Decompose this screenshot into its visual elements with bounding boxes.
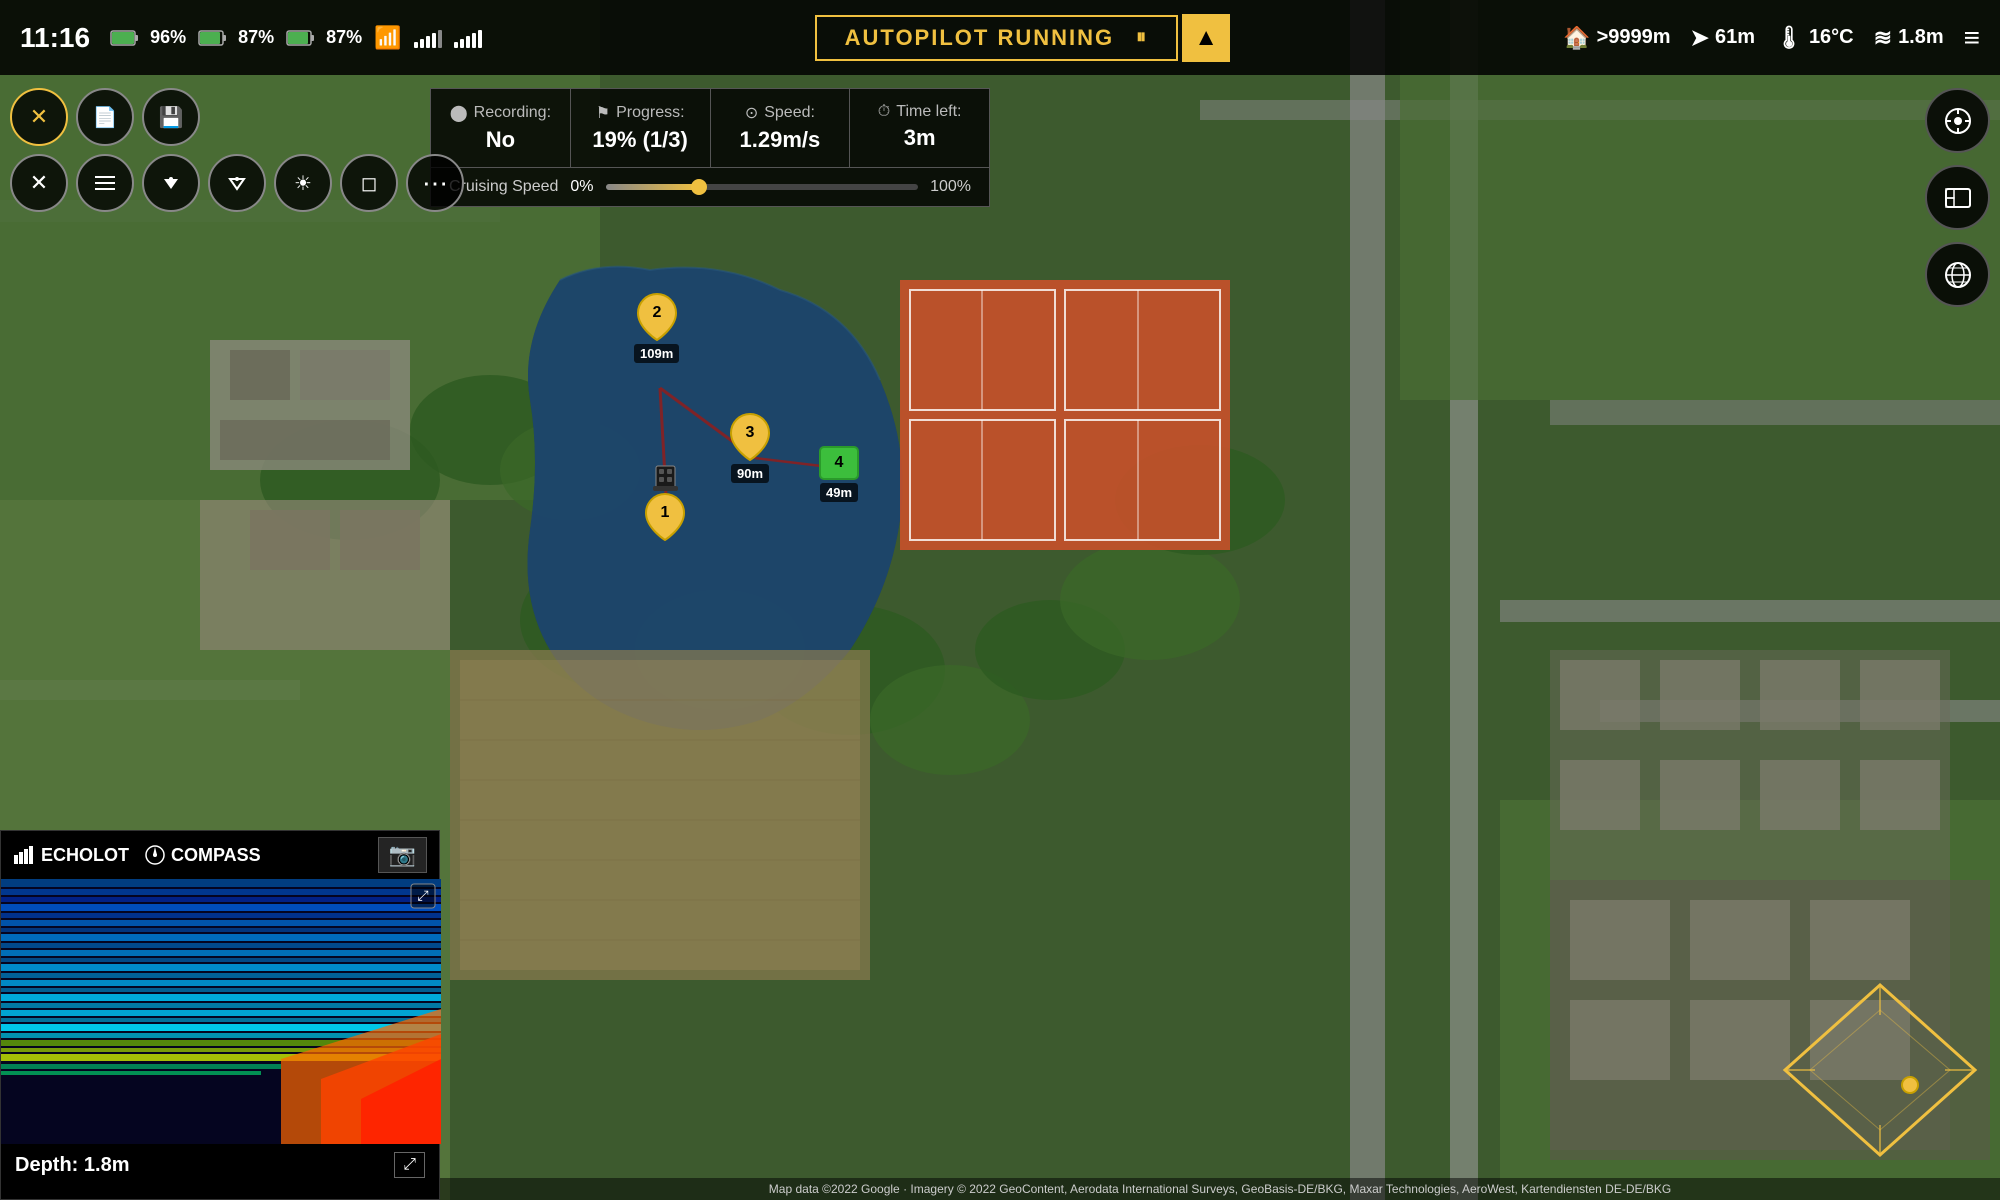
save-button[interactable]: 💾: [142, 88, 200, 146]
nav1-button[interactable]: [142, 154, 200, 212]
nav-icon: ➤: [1691, 25, 1709, 51]
autopilot-label: AUTOPILOT RUNNING: [845, 25, 1114, 51]
location-button[interactable]: [1925, 88, 1990, 153]
time-display: 11:16: [20, 22, 90, 54]
speed-slider[interactable]: [606, 184, 919, 190]
waypoint-4[interactable]: 4 49m: [818, 445, 860, 502]
echolot-title: ECHOLOT: [13, 845, 129, 866]
progress-icon: ⚑: [596, 103, 610, 123]
compass-title: COMPASS: [145, 845, 261, 866]
clock-icon: ⏱: [878, 103, 890, 121]
echolot-expand-button[interactable]: ⤢: [394, 1152, 425, 1178]
close-button-1[interactable]: ✕: [10, 88, 68, 146]
camera-snapshot-button[interactable]: 📷: [378, 837, 427, 873]
waypoint-2-label: 109m: [634, 344, 679, 363]
status-bar: 11:16 96% 87%: [0, 0, 2000, 75]
waypoint-2[interactable]: 2 109m: [634, 290, 679, 363]
telemetry-bottom: Cruising Speed 0% 100%: [431, 168, 989, 206]
signal-icon: ≋: [1874, 25, 1892, 51]
svg-text:2: 2: [652, 304, 661, 321]
menu-button[interactable]: ≡: [1964, 22, 1980, 54]
nav2-button[interactable]: [208, 154, 266, 212]
status-right: 🏠 >9999m ➤ 61m 🌡 16°C ≋ 1.8m ≡: [1563, 22, 1980, 54]
more-button[interactable]: ⋯: [406, 154, 464, 212]
battery2-pct: 87%: [238, 27, 274, 48]
altitude-value: >9999m: [1597, 26, 1671, 49]
cruising-pct: 0%: [570, 178, 593, 196]
waypoint-3-label: 90m: [731, 464, 769, 483]
depth-value: 1.8m: [84, 1154, 130, 1176]
right-buttons: [1925, 88, 1990, 307]
globe-button[interactable]: [1925, 242, 1990, 307]
close-button-2[interactable]: ✕: [10, 154, 68, 212]
timeleft-value: 3m: [868, 125, 971, 151]
temperature-value: 16°C: [1809, 26, 1854, 49]
waypoint-3[interactable]: 3 90m: [729, 410, 771, 483]
signal-bars2: [454, 28, 482, 48]
svg-text:4: 4: [835, 454, 844, 471]
signal-stat: ≋ 1.8m: [1874, 25, 1944, 51]
autopilot-button[interactable]: AUTOPILOT RUNNING ⏸: [815, 15, 1178, 61]
autopilot-up-button[interactable]: ▲: [1182, 14, 1230, 62]
svg-text:3: 3: [746, 424, 755, 441]
battery2-indicator: [198, 29, 226, 47]
speed-slider-fill: [606, 184, 700, 190]
battery3-indicator: [286, 29, 314, 47]
depth-label: Depth: 1.8m: [15, 1154, 129, 1177]
battery1-indicator: [110, 29, 138, 47]
svg-text:⤢: ⤢: [417, 887, 428, 903]
left-toolbar: ✕ 📄 💾 ✕ ☀ ◻ ⋯: [10, 88, 464, 212]
battery1-pct: 96%: [150, 27, 186, 48]
progress-value: 19% (1/3): [589, 127, 692, 153]
speed-slider-thumb: [691, 179, 707, 195]
nav-stat: ➤ 61m: [1691, 25, 1755, 51]
toolbar-row1: ✕ 📄 💾: [10, 88, 464, 146]
home-icon: 🏠: [1563, 25, 1590, 51]
map-view-button[interactable]: [1925, 165, 1990, 230]
echolot-header: ECHOLOT COMPASS 📷: [1, 831, 439, 879]
speed-label: ⊙ Speed:: [729, 103, 832, 123]
settings-button[interactable]: [76, 154, 134, 212]
timeleft-label: ⏱ Time left:: [868, 103, 971, 121]
minimap: [1780, 980, 1980, 1160]
signal-value: 1.8m: [1898, 26, 1944, 49]
battery3-pct: 87%: [326, 27, 362, 48]
status-left: 11:16 96% 87%: [20, 22, 482, 54]
file-button[interactable]: 📄: [76, 88, 134, 146]
telemetry-panel: ⬤ Recording: No ⚑ Progress: 19% (1/3) ⊙ …: [430, 88, 990, 207]
echolot-panel: ECHOLOT COMPASS 📷: [0, 830, 440, 1200]
autopilot-pause-icon: ⏸: [1136, 26, 1148, 49]
telemetry-top: ⬤ Recording: No ⚑ Progress: 19% (1/3) ⊙ …: [431, 89, 989, 168]
cruising-label: Cruising Speed: [449, 178, 558, 196]
temp-stat: 🌡 16°C: [1775, 25, 1854, 51]
speed-cell: ⊙ Speed: 1.29m/s: [711, 89, 851, 167]
signal-bars: [414, 28, 442, 48]
progress-cell: ⚑ Progress: 19% (1/3): [571, 89, 711, 167]
boat-marker: [638, 450, 693, 510]
brightness-button[interactable]: ☀: [274, 154, 332, 212]
recording-label: ⬤ Recording:: [449, 103, 552, 123]
temp-icon: 🌡: [1775, 25, 1803, 51]
copyright-text: Map data ©2022 Google · Imagery © 2022 G…: [769, 1182, 1671, 1196]
wifi-icon: 📶: [374, 25, 401, 51]
toolbar-row2: ✕ ☀ ◻ ⋯: [10, 154, 464, 212]
echolot-footer: Depth: 1.8m ⤢: [1, 1144, 439, 1186]
status-center: AUTOPILOT RUNNING ⏸ ▲: [482, 14, 1564, 62]
speed-value: 1.29m/s: [729, 127, 832, 153]
progress-label: ⚑ Progress:: [589, 103, 692, 123]
speed-icon: ⊙: [745, 103, 758, 123]
camera-tool-button[interactable]: ◻: [340, 154, 398, 212]
cruising-max: 100%: [930, 178, 971, 196]
waypoint-4-label: 49m: [820, 483, 858, 502]
echolot-canvas: ⤢: [1, 879, 441, 1144]
copyright-bar: Map data ©2022 Google · Imagery © 2022 G…: [440, 1178, 2000, 1200]
home-stat: 🏠 >9999m: [1563, 25, 1670, 51]
distance-value: 61m: [1715, 26, 1755, 49]
timeleft-cell: ⏱ Time left: 3m: [850, 89, 989, 167]
recording-value: No: [449, 127, 552, 153]
